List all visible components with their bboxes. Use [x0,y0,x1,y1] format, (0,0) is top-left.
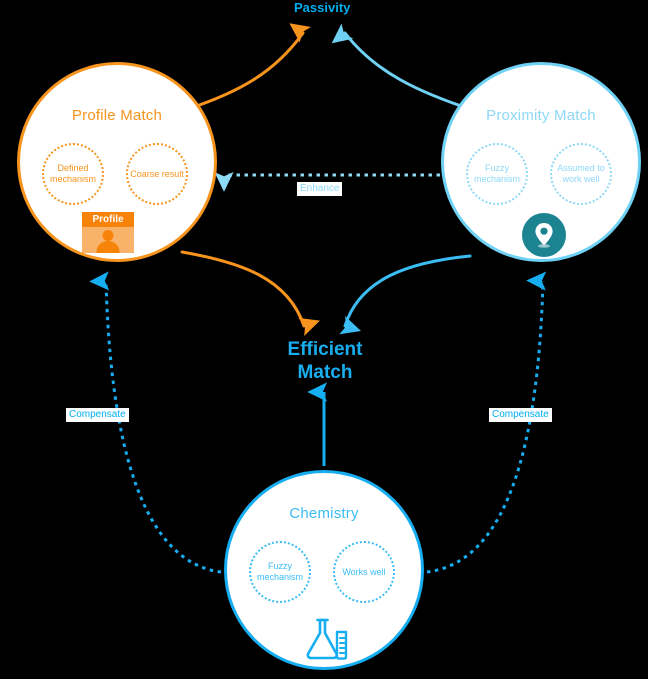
bubble-works-well: Works well [333,541,395,603]
node-profile-match-title: Profile Match [71,107,163,124]
edge-chemistry-to-proximity-compensate [426,271,547,574]
profile-badge-body [96,241,120,253]
node-profile-match[interactable]: Profile Match Defined mechanism Coarse r… [17,62,217,262]
edge-proximity-to-passivity [331,23,475,112]
label-passivity: Passivity [294,0,351,15]
label-enhance: Enhance [297,182,343,196]
bubble-assumed-to-work-well: Assumed to work well [550,143,612,205]
edge-profile-to-passivity [183,23,312,112]
map-pin-icon [522,213,566,257]
flask-icon [303,616,351,660]
label-compensate-right: Compensate [489,408,552,422]
node-proximity-match[interactable]: Proximity Match Fuzzy mechanism Assumed … [441,62,641,262]
profile-badge-person [82,227,134,253]
efficient-match-line1: Efficient [287,339,363,360]
bubble-defined-mechanism: Defined mechanism [42,143,104,205]
bubble-coarse-result: Coarse result [126,143,188,205]
profile-badge-head [102,230,114,241]
efficient-match-line2: Match [297,362,353,383]
profile-badge-label: Profile [82,212,134,227]
edge-chemistry-to-profile-compensate [89,271,222,574]
node-proximity-match-title: Proximity Match [486,107,596,124]
node-chemistry[interactable]: Chemistry Fuzzy mechanism Works well [224,470,424,670]
efficient-match-title: Efficient Match [269,338,381,384]
bubble-fuzzy-mechanism: Fuzzy mechanism [249,541,311,603]
bubble-fuzzy-mechanism: Fuzzy mechanism [466,143,528,205]
label-compensate-left: Compensate [66,408,129,422]
node-chemistry-title: Chemistry [289,505,359,522]
edge-profile-to-efficient [180,250,320,337]
diagram-canvas: Passivity Profile Match Defined mechanis… [0,0,648,679]
edge-proximity-to-efficient [339,254,472,335]
profile-badge-icon: Profile [82,212,134,253]
